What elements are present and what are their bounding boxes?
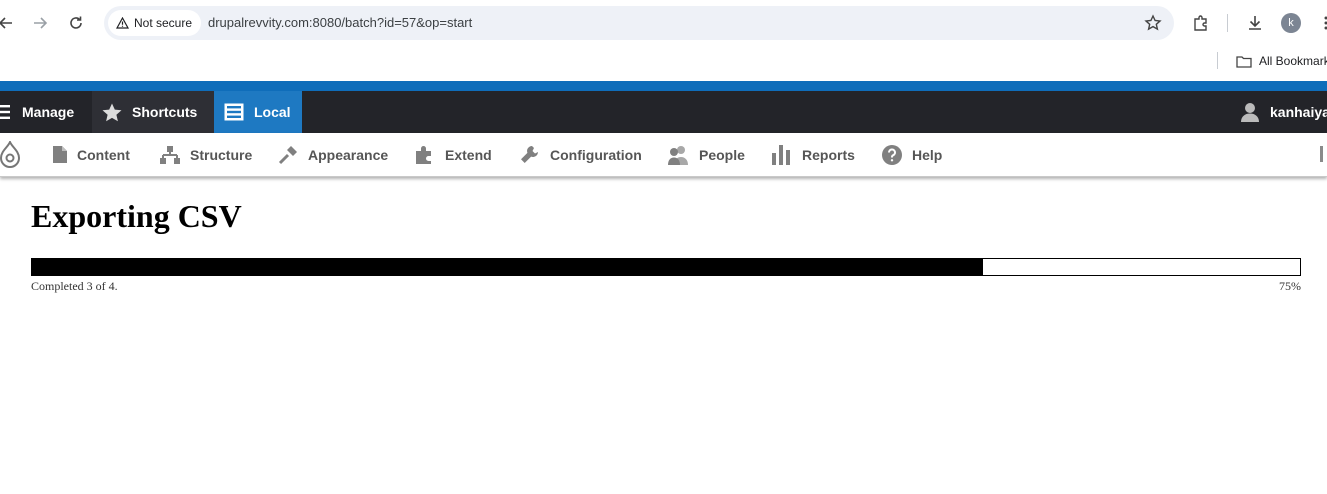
shortcuts-tab[interactable]: Shortcuts [92, 91, 214, 133]
security-indicator[interactable]: Not secure [108, 10, 202, 36]
tray-orientation-toggle[interactable] [1320, 146, 1323, 162]
menu-item-label: Extend [445, 146, 492, 163]
warning-icon [116, 17, 129, 29]
drupal-logo-icon[interactable] [0, 141, 20, 168]
security-label: Not secure [134, 16, 193, 30]
all-bookmarks-label: All Bookmarks [1259, 54, 1327, 68]
help-icon [882, 144, 902, 165]
progress-percent: 75% [1279, 279, 1301, 293]
admin-menu-tray: Content Structure Appearance Extend Conf… [0, 133, 1327, 177]
menu-item-configuration[interactable]: Configuration [520, 133, 642, 176]
wrench-icon [521, 145, 538, 163]
reload-icon[interactable] [66, 13, 86, 33]
bookmarks-bar: All Bookmarks [0, 46, 1327, 81]
menu-item-label: People [699, 146, 745, 163]
download-icon[interactable] [1245, 13, 1265, 33]
menu-item-help[interactable]: Help [882, 133, 942, 176]
bookmark-star-icon[interactable] [1144, 14, 1162, 32]
paintbrush-icon [278, 145, 297, 164]
profile-avatar[interactable]: k [1281, 13, 1301, 33]
local-tab[interactable]: Local [214, 91, 302, 133]
user-label: kanhaiya [1270, 104, 1327, 120]
menu-item-label: Content [77, 146, 130, 163]
shortcuts-label: Shortcuts [132, 104, 198, 120]
url-text[interactable]: drupalrevvity.com:8080/batch?id=57&op=st… [208, 15, 472, 30]
back-arrow-icon[interactable] [0, 13, 16, 33]
menu-item-content[interactable]: Content [53, 133, 130, 176]
structure-icon [160, 145, 180, 164]
browser-toolbar: Not secure drupalrevvity.com:8080/batch?… [0, 0, 1327, 46]
admin-toolbar: Manage Shortcuts Local kanhaiya [0, 91, 1327, 133]
menu-item-people[interactable]: People [668, 133, 745, 176]
bookmarks-divider [1217, 52, 1218, 69]
manage-label: Manage [22, 104, 75, 120]
menu-item-label: Help [912, 146, 943, 163]
menu-item-label: Appearance [308, 146, 389, 163]
puzzle-icon [416, 145, 431, 164]
progress-fill [32, 259, 983, 275]
page-title: Exporting CSV [31, 198, 242, 234]
manage-tab[interactable]: Manage [0, 91, 92, 133]
menu-item-label: Reports [802, 146, 855, 163]
people-icon [668, 145, 688, 165]
menu-item-label: Configuration [550, 146, 642, 163]
toolbar-accent-strip [0, 81, 1327, 91]
extensions-icon[interactable] [1191, 13, 1211, 33]
star-icon [102, 103, 122, 121]
menu-item-reports[interactable]: Reports [772, 133, 855, 176]
all-bookmarks-button[interactable]: All Bookmarks [1236, 54, 1327, 68]
user-icon [1241, 103, 1259, 122]
progress-bar [31, 258, 1301, 276]
server-icon [224, 103, 244, 121]
file-icon [53, 146, 67, 163]
menu-item-extend[interactable]: Extend [415, 133, 492, 176]
bar-chart-icon [772, 144, 790, 165]
menu-item-structure[interactable]: Structure [160, 133, 252, 176]
address-bar[interactable]: Not secure drupalrevvity.com:8080/batch?… [104, 6, 1174, 40]
menu-item-appearance[interactable]: Appearance [278, 133, 388, 176]
folder-icon [1236, 55, 1252, 68]
more-menu-icon[interactable] [1316, 13, 1327, 33]
user-tab[interactable]: kanhaiya [1240, 91, 1327, 133]
toolbar-divider [1227, 14, 1228, 32]
hamburger-icon [0, 105, 10, 119]
menu-item-label: Structure [190, 146, 253, 163]
forward-arrow-icon[interactable] [30, 13, 50, 33]
local-label: Local [254, 104, 291, 120]
progress-message: Completed 3 of 4. [31, 279, 118, 293]
